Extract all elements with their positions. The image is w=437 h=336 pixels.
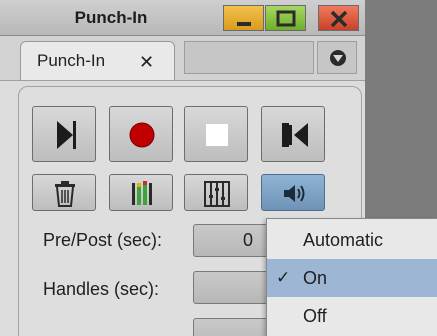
speaker-mode-menu: Automatic ✓ On Off (266, 218, 437, 336)
record-icon (129, 122, 155, 148)
prepost-label: Pre/Post (sec): (43, 230, 163, 250)
audio-meter-icon (132, 181, 152, 205)
stop-button[interactable] (184, 106, 248, 162)
close-icon (330, 10, 348, 28)
delete-button[interactable] (32, 174, 96, 211)
minimize-icon (237, 22, 251, 26)
panel-menu-button[interactable] (317, 41, 357, 74)
stop-icon (206, 124, 228, 146)
menu-item-automatic[interactable]: Automatic (267, 221, 437, 259)
title-bar[interactable]: Punch-In (0, 0, 365, 36)
checkmark-icon: ✓ (276, 268, 291, 287)
record-button[interactable] (109, 106, 173, 162)
handles-label: Handles (sec): (43, 279, 160, 299)
mixer-button[interactable] (184, 174, 248, 211)
tab-empty-area (184, 41, 314, 74)
maximize-icon (276, 10, 296, 27)
trash-icon (55, 181, 75, 207)
tab-label: Punch-In (37, 51, 106, 70)
menu-item-on[interactable]: ✓ On (267, 259, 437, 297)
handles-input[interactable] (193, 271, 268, 304)
menu-item-label: On (303, 268, 328, 288)
speaker-mode-button[interactable] (261, 174, 325, 211)
close-button[interactable] (318, 5, 359, 31)
tab-bar: Punch-In ✕ (0, 36, 365, 81)
speaker-icon (284, 185, 305, 202)
go-to-punch-in-button[interactable] (261, 106, 325, 162)
go-to-punch-in-icon (282, 123, 308, 147)
play-to-button[interactable] (32, 106, 96, 162)
chevron-down-icon (330, 50, 346, 66)
menu-item-label: Off (303, 306, 327, 326)
maximize-button[interactable] (265, 5, 306, 31)
play-to-icon (57, 121, 76, 149)
menu-item-off[interactable]: Off (267, 297, 437, 335)
prepost-input[interactable]: 0 (193, 224, 268, 257)
window-title: Punch-In (74, 8, 148, 27)
tab-close-icon[interactable]: ✕ (139, 52, 154, 73)
audio-meter-button[interactable] (109, 174, 173, 211)
tab-punch-in[interactable]: Punch-In ✕ (20, 41, 175, 80)
menu-item-label: Automatic (303, 230, 384, 250)
minimize-button[interactable] (223, 5, 264, 31)
next-row-control[interactable] (193, 318, 268, 336)
mixer-faders-icon (204, 181, 230, 207)
